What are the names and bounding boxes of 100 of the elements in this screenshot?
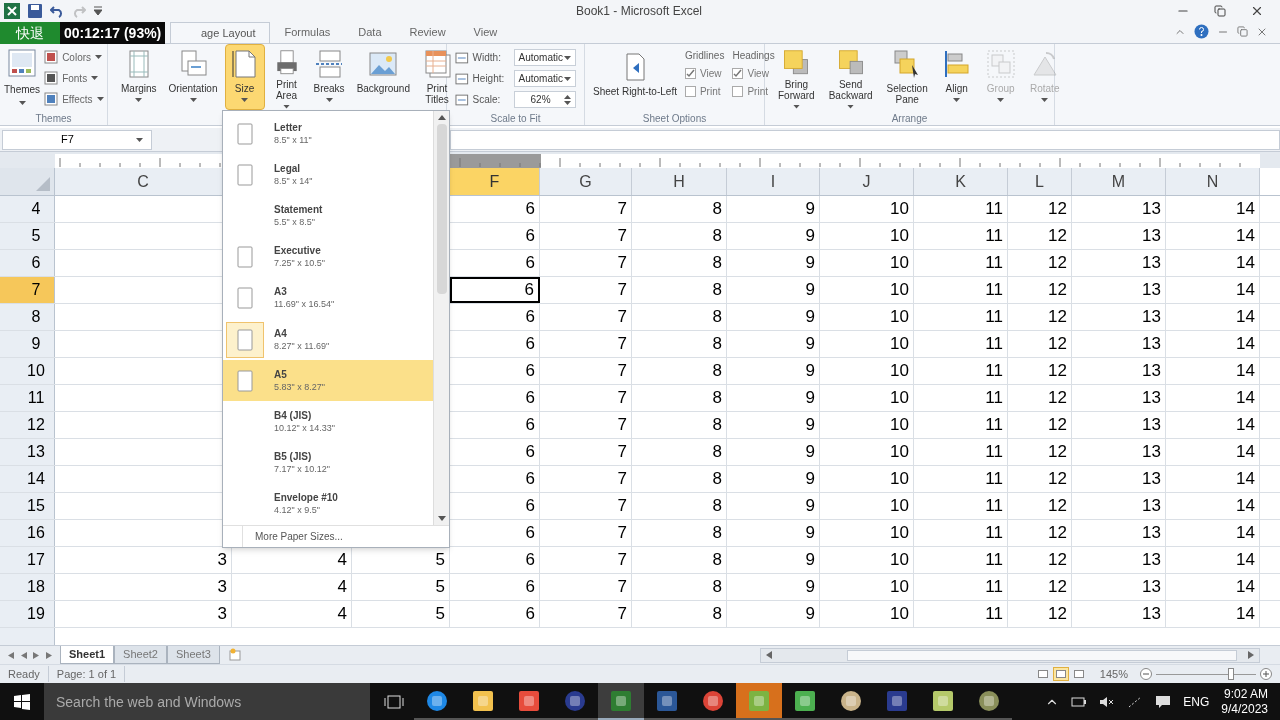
theme-option-button[interactable]: Colors: [44, 48, 104, 66]
sheet-right-to-left-button[interactable]: Sheet Right-to-Left: [593, 48, 677, 97]
column-header[interactable]: J: [820, 168, 914, 195]
option-checkbox[interactable]: View: [732, 66, 775, 81]
row-header[interactable]: 4: [0, 196, 55, 222]
menu-scrollbar[interactable]: [433, 111, 449, 525]
paper-dimensions: 7.17" x 10.12": [274, 463, 330, 476]
help-icon[interactable]: [1194, 24, 1209, 39]
scroll-left-icon[interactable]: [765, 651, 773, 659]
ribbon-button[interactable]: Selection Pane: [881, 44, 933, 110]
paper-size-option[interactable]: A5 5.83" x 8.27": [223, 360, 433, 402]
scrollbar-thumb[interactable]: [847, 649, 1237, 661]
ribbon-button[interactable]: Orientation: [163, 44, 223, 110]
scroll-down-icon[interactable]: [437, 516, 446, 521]
ribbon-tab[interactable]: age Layout: [170, 22, 271, 43]
column-header[interactable]: L: [1008, 168, 1072, 195]
ribbon-button[interactable]: Background: [351, 44, 415, 110]
scroll-up-icon[interactable]: [437, 115, 446, 120]
ribbon-button[interactable]: Print Titles: [417, 44, 457, 110]
option-checkbox[interactable]: Print: [684, 84, 725, 99]
table-cell[interactable]: 6: [450, 277, 540, 303]
battery-icon[interactable]: [1071, 695, 1088, 708]
row-header[interactable]: 17: [0, 547, 55, 573]
more-paper-sizes-link[interactable]: More Paper Sizes...: [255, 529, 343, 544]
restore-icon[interactable]: [1237, 26, 1248, 37]
check-icon: [733, 69, 743, 78]
paper-size-option[interactable]: B4 (JIS) 10.12" x 14.33": [223, 401, 433, 443]
row-header[interactable]: 11: [0, 385, 55, 411]
horizontal-scrollbar[interactable]: [760, 647, 1260, 663]
sheet-tab[interactable]: Sheet2: [114, 646, 167, 664]
row-header[interactable]: 10: [0, 358, 55, 384]
paper-size-option[interactable]: Executive 7.25" x 10.5": [223, 236, 433, 278]
paper-name: A5: [274, 368, 288, 381]
row-header[interactable]: 16: [0, 520, 55, 546]
row-header[interactable]: 19: [0, 601, 55, 627]
name-box[interactable]: F7: [2, 129, 152, 150]
paper-size-option[interactable]: A4 8.27" x 11.69": [223, 318, 433, 361]
paper-size-option[interactable]: Letter 8.5" x 11": [223, 113, 433, 155]
undo-icon[interactable]: [50, 4, 64, 18]
view-button[interactable]: [1052, 667, 1069, 681]
message-icon[interactable]: [1155, 694, 1172, 709]
ribbon-button[interactable]: Print Area: [266, 44, 307, 110]
ribbon-button[interactable]: Align: [936, 44, 977, 110]
row-header[interactable]: 9: [0, 331, 55, 357]
zoom-out-icon[interactable]: [1140, 668, 1152, 680]
sheet-tab[interactable]: Sheet1: [60, 646, 115, 664]
paper-size-option[interactable]: Statement 5.5" x 8.5": [223, 195, 433, 237]
column-header[interactable]: K: [914, 168, 1008, 195]
language-indicator[interactable]: ENG: [1183, 692, 1210, 711]
row-header[interactable]: 14: [0, 466, 55, 492]
size-dropdown[interactable]: Automatic: [513, 49, 576, 66]
paper-size-option[interactable]: B5 (JIS) 7.17" x 10.12": [223, 442, 433, 484]
paper-size-option[interactable]: A3 11.69" x 16.54": [223, 277, 433, 319]
ribbon-button[interactable]: Breaks: [308, 44, 350, 110]
ribbon-tab[interactable]: Data: [344, 22, 396, 43]
option-checkbox[interactable]: View: [684, 66, 725, 81]
row-header[interactable]: 15: [0, 493, 55, 519]
save-icon[interactable]: [28, 4, 42, 18]
row-header[interactable]: 13: [0, 439, 55, 465]
restore-icon[interactable]: [1214, 5, 1226, 17]
view-icon: [1037, 670, 1048, 678]
customize-toolbar-icon[interactable]: [94, 6, 102, 16]
row-header[interactable]: 8: [0, 304, 55, 330]
row-header[interactable]: 5: [0, 223, 55, 249]
option-checkbox[interactable]: Print: [732, 84, 775, 99]
themes-button[interactable]: Themes: [4, 48, 41, 105]
close-icon[interactable]: [1250, 4, 1264, 18]
paper-size-option[interactable]: Envelope #10 4.12" x 9.5": [223, 483, 433, 525]
search-field[interactable]: Search the web and Windows: [44, 683, 370, 720]
formula-input[interactable]: [450, 129, 1280, 150]
zoom-slider[interactable]: [1156, 668, 1256, 680]
row-header[interactable]: 6: [0, 250, 55, 276]
ribbon-tab[interactable]: Formulas: [270, 22, 345, 43]
ribbon-tab[interactable]: Review: [395, 22, 460, 43]
row-header[interactable]: 7: [0, 277, 55, 303]
column-header[interactable]: M: [1072, 168, 1166, 195]
paper-name: Envelope #10: [274, 492, 338, 505]
ribbon-button[interactable]: Size: [224, 44, 265, 110]
column-header[interactable]: I: [727, 168, 820, 195]
slider-thumb[interactable]: [1228, 668, 1234, 680]
column-header[interactable]: H: [632, 168, 727, 195]
theme-option-button[interactable]: Fonts: [44, 69, 104, 87]
column-header[interactable]: N: [1166, 168, 1260, 195]
speaker-muted-icon[interactable]: [1099, 695, 1116, 708]
ribbon-tab[interactable]: View: [459, 22, 512, 43]
row-header[interactable]: 12: [0, 412, 55, 438]
clock[interactable]: 9:02 AM 9/4/2023: [1221, 686, 1268, 717]
task-view-icon: [384, 694, 404, 709]
ribbon-button[interactable]: Send Backward: [823, 44, 878, 110]
column-header[interactable]: F: [450, 168, 540, 195]
size-dropdown[interactable]: Automatic: [513, 70, 576, 87]
ribbon-button[interactable]: Margins: [116, 44, 162, 110]
scroll-right-icon[interactable]: [1247, 651, 1255, 659]
theme-option-button[interactable]: Effects: [44, 90, 104, 108]
row-header[interactable]: 18: [0, 574, 55, 600]
sheet-tab[interactable]: Sheet3: [166, 646, 220, 664]
scrollbar-thumb[interactable]: [436, 124, 447, 294]
scale-spinner[interactable]: 62%: [513, 91, 576, 108]
zoom-in-icon[interactable]: [1260, 668, 1272, 680]
column-header[interactable]: G: [540, 168, 632, 195]
